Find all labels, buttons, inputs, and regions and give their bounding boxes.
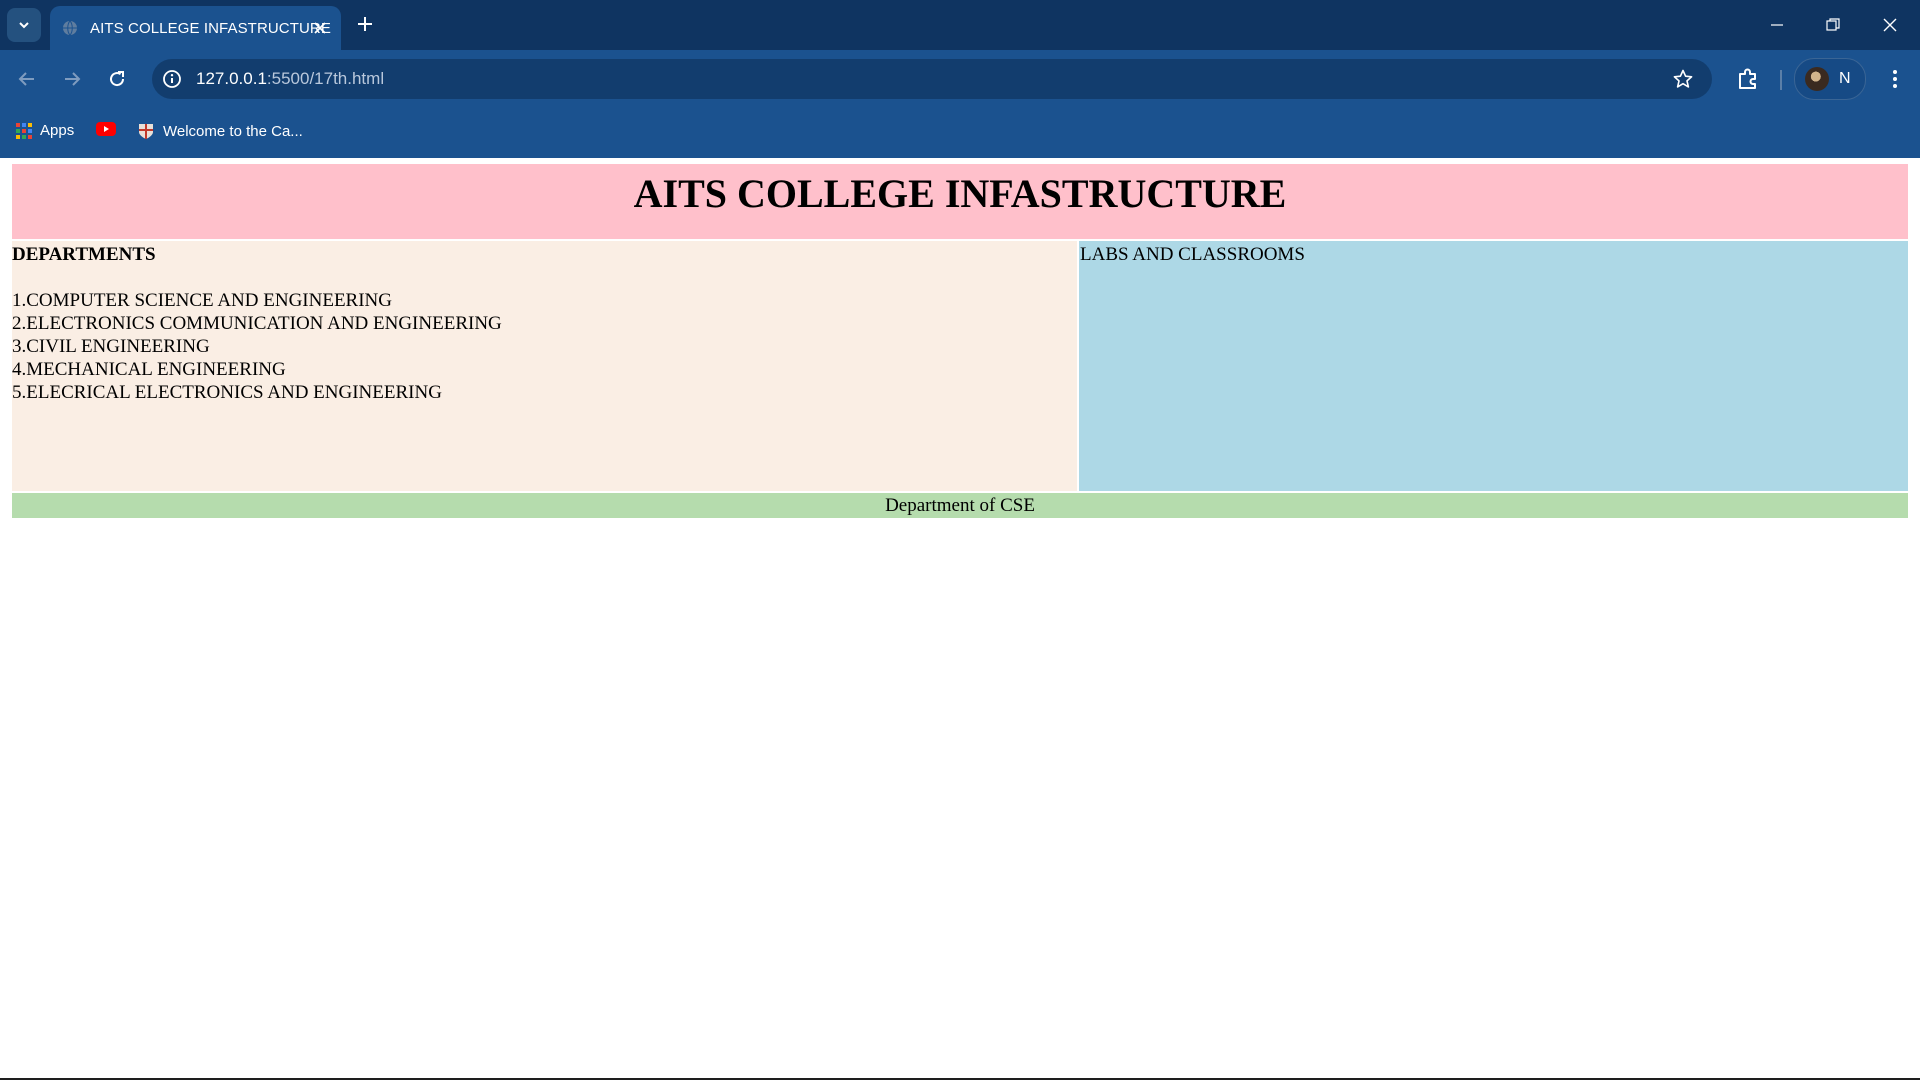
chevron-down-icon <box>19 22 29 29</box>
bookmark-welcome[interactable]: Welcome to the Ca... <box>137 122 303 140</box>
footer-cell: Department of CSE <box>12 493 1908 518</box>
departments-list: 1.COMPUTER SCIENCE AND ENGINEERING 2.ELE… <box>12 289 1077 404</box>
list-item: 1.COMPUTER SCIENCE AND ENGINEERING <box>12 290 392 311</box>
college-crest-icon <box>139 124 153 139</box>
bookmark-youtube[interactable] <box>96 122 124 136</box>
list-item: 2.ELECTRONICS COMMUNICATION AND ENGINEER… <box>12 313 502 334</box>
list-item: 4.MECHANICAL ENGINEERING <box>12 359 286 380</box>
minimize-icon <box>1771 24 1783 26</box>
labs-cell: LABS AND CLASSROOMS <box>1079 241 1908 491</box>
bookmarks-bar: Apps Welcome to the Ca... <box>0 108 1920 158</box>
arrow-right-icon <box>65 72 81 86</box>
list-item: 5.ELECRICAL ELECTRONICS AND ENGINEERING <box>12 382 442 403</box>
close-window-button[interactable] <box>1877 12 1903 38</box>
new-tab-icon[interactable] <box>355 14 375 34</box>
tab-strip: AITS COLLEGE INFASTRUCTURE <box>0 0 1920 50</box>
tab-search-button[interactable] <box>7 8 41 42</box>
bookmark-apps[interactable]: Apps <box>16 122 74 139</box>
url-host: 127.0.0.1 <box>196 69 267 88</box>
url-path: :5500/17th.html <box>266 69 385 88</box>
profile-initial: N <box>1839 70 1851 87</box>
restore-icon <box>1826 18 1840 31</box>
minimize-button[interactable] <box>1764 12 1790 38</box>
youtube-icon <box>96 122 116 136</box>
list-item: 3.CIVIL ENGINEERING <box>12 336 210 357</box>
back-button[interactable] <box>14 66 40 92</box>
departments-heading: DEPARTMENTS <box>12 244 156 265</box>
page-title: AITS COLLEGE INFASTRUCTURE <box>633 171 1287 216</box>
kebab-menu-icon <box>1893 70 1897 88</box>
labs-heading: LABS AND CLASSROOMS <box>1080 244 1305 265</box>
address-bar[interactable]: 127.0.0.1:5500/17th.html <box>152 59 1712 99</box>
reload-icon <box>110 71 125 87</box>
header-cell: AITS COLLEGE INFASTRUCTURE <box>12 164 1908 239</box>
reload-button[interactable] <box>104 66 130 92</box>
toolbar-separator <box>1780 70 1782 90</box>
close-icon[interactable] <box>311 19 329 37</box>
restore-button[interactable] <box>1820 12 1846 38</box>
bookmark-welcome-label: Welcome to the Ca... <box>163 122 303 140</box>
footer-text: Department of CSE <box>885 495 1035 516</box>
close-window-icon <box>1883 18 1897 32</box>
arrow-left-icon <box>18 72 34 86</box>
avatar <box>1805 67 1829 91</box>
browser-menu-button[interactable] <box>1882 66 1908 92</box>
apps-grid-icon <box>16 122 32 139</box>
bookmark-apps-label: Apps <box>40 122 75 139</box>
departments-cell: DEPARTMENTS 1.COMPUTER SCIENCE AND ENGIN… <box>12 241 1077 491</box>
bookmark-star-icon[interactable] <box>1672 68 1694 90</box>
active-tab[interactable]: AITS COLLEGE INFASTRUCTURE <box>50 6 341 50</box>
site-info-icon[interactable] <box>162 69 182 89</box>
url-text[interactable]: 127.0.0.1:5500/17th.html <box>196 69 384 89</box>
forward-button[interactable] <box>59 66 85 92</box>
browser-toolbar: 127.0.0.1:5500/17th.html N Apps Welcome … <box>0 50 1920 158</box>
extensions-icon[interactable] <box>1735 66 1761 92</box>
page-content: AITS COLLEGE INFASTRUCTURE DEPARTMENTS 1… <box>0 158 1920 1078</box>
profile-button[interactable]: N <box>1794 58 1866 100</box>
tab-title: AITS COLLEGE INFASTRUCTURE <box>90 19 331 37</box>
globe-icon <box>63 20 77 36</box>
